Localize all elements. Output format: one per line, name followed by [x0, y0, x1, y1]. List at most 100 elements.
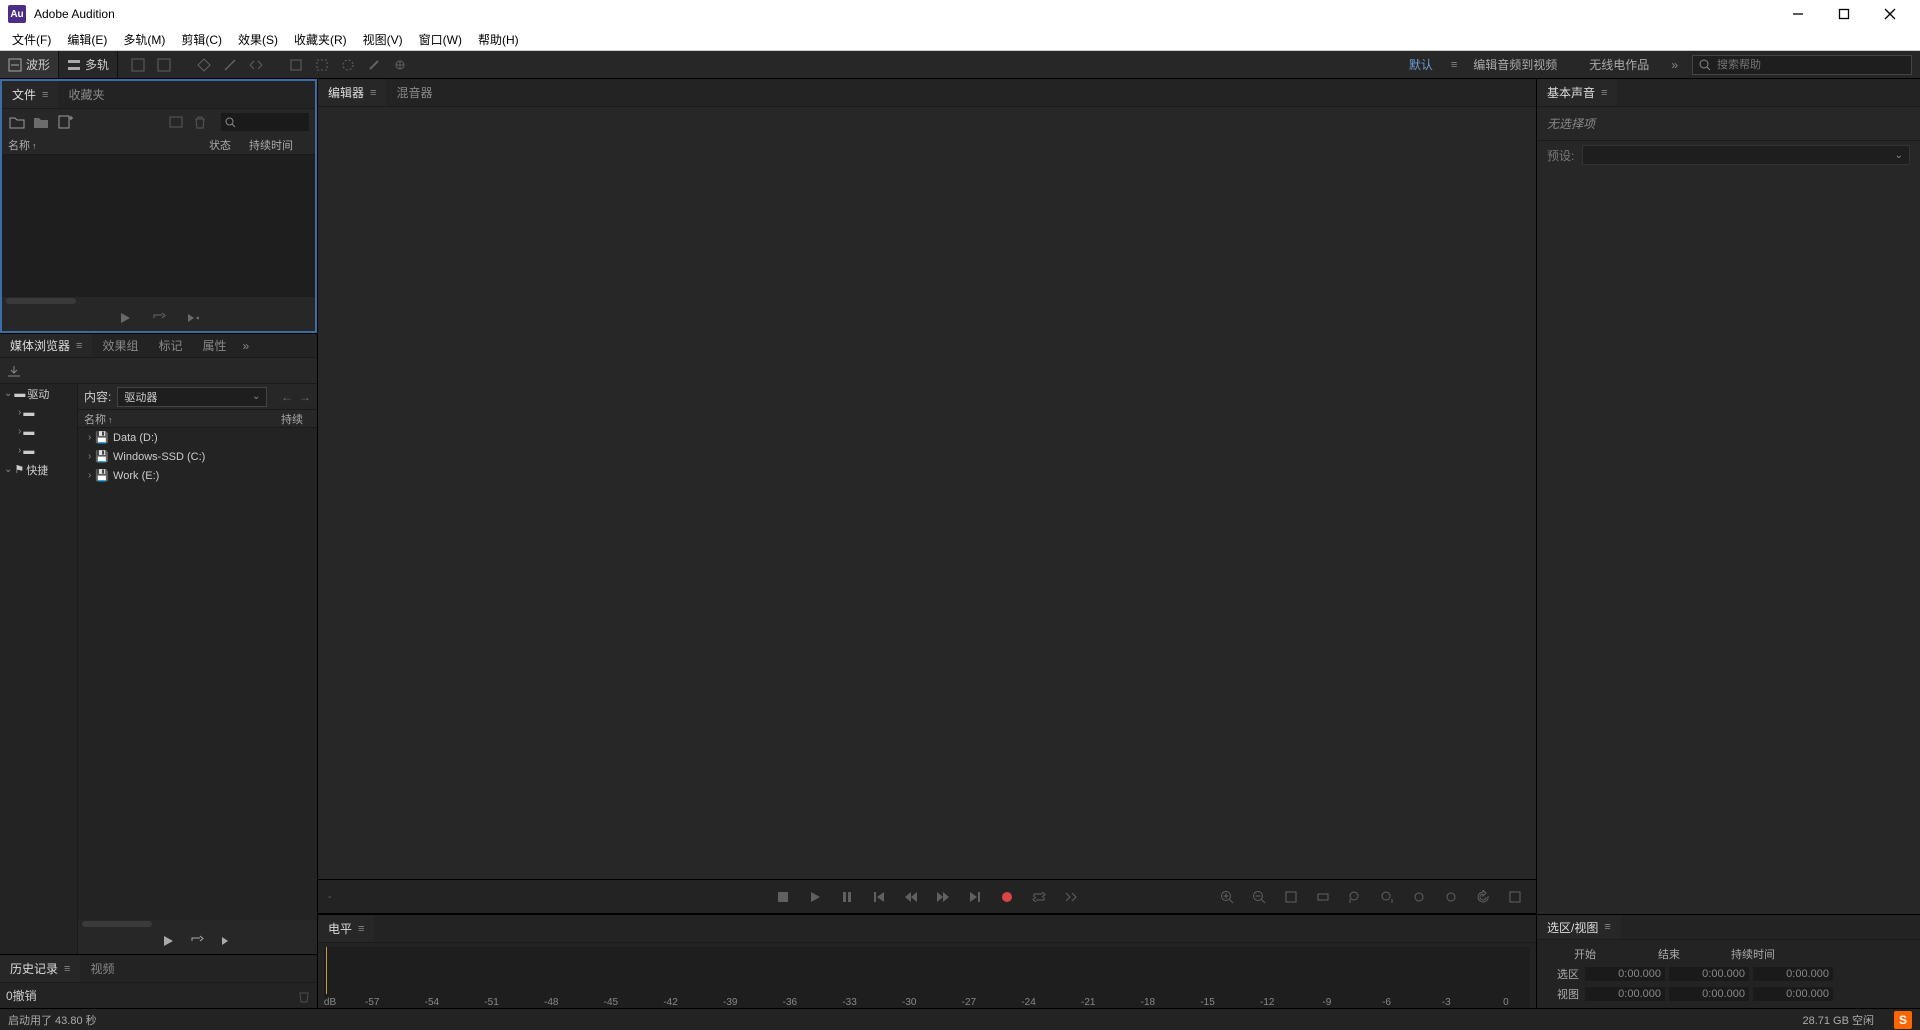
play-button[interactable]	[804, 886, 826, 908]
tab-editor[interactable]: 编辑器≡	[318, 79, 386, 106]
maximize-button[interactable]	[1830, 4, 1858, 24]
workspace-default[interactable]: 默认	[1393, 51, 1449, 78]
media-hscrollbar[interactable]	[82, 921, 152, 927]
waveform-view-button[interactable]: 波形	[0, 51, 59, 78]
zoom-toggle-button[interactable]	[1504, 886, 1526, 908]
tree-shortcuts-root[interactable]: ⌄⚑快捷	[0, 460, 77, 479]
stop-button[interactable]	[772, 886, 794, 908]
new-file-icon[interactable]	[56, 113, 74, 131]
pause-button[interactable]	[836, 886, 858, 908]
content-dropdown[interactable]: 驱动器⌄	[117, 387, 267, 407]
media-loop-button[interactable]	[190, 935, 204, 947]
zoom-out-button[interactable]	[1248, 886, 1270, 908]
workspace-overflow[interactable]: »	[1665, 58, 1684, 72]
media-import-icon[interactable]	[6, 364, 22, 378]
menu-edit[interactable]: 编辑(E)	[59, 29, 115, 50]
zoom-out-amp-button[interactable]	[1440, 886, 1462, 908]
tab-history[interactable]: 历史记录≡	[0, 955, 80, 982]
workspace-edit-audio-to-video[interactable]: 编辑音频到视频	[1457, 51, 1573, 78]
help-search-box[interactable]	[1692, 55, 1912, 75]
view-start-field[interactable]: 0:00.000	[1585, 987, 1665, 1001]
files-loop-button[interactable]	[150, 309, 168, 327]
files-panel-menu-icon[interactable]: ≡	[42, 89, 48, 101]
import-file-icon[interactable]	[32, 113, 50, 131]
tab-properties[interactable]: 属性	[192, 334, 236, 357]
tool-lasso[interactable]	[336, 53, 360, 77]
delete-icon[interactable]	[191, 113, 209, 131]
loop-button[interactable]	[1028, 886, 1050, 908]
files-col-status[interactable]: 状态	[209, 137, 249, 153]
ime-indicator[interactable]: S	[1894, 1011, 1912, 1029]
tool-brush[interactable]	[362, 53, 386, 77]
tab-video[interactable]: 视频	[80, 955, 124, 982]
zoom-in-amp-button[interactable]	[1408, 886, 1430, 908]
tab-media-browser[interactable]: 媒体浏览器≡	[0, 334, 92, 357]
help-search-input[interactable]	[1717, 59, 1905, 71]
tab-mixer[interactable]: 混音器	[386, 79, 442, 106]
menu-window[interactable]: 窗口(W)	[411, 29, 470, 50]
tree-drive-item[interactable]: ›▬	[0, 403, 77, 422]
files-col-duration[interactable]: 持续时间	[249, 137, 309, 153]
tree-drive-item[interactable]: ›▬	[0, 441, 77, 460]
view-end-field[interactable]: 0:00.000	[1669, 987, 1749, 1001]
tool-marquee[interactable]	[310, 53, 334, 77]
selection-duration-field[interactable]: 0:00.000	[1753, 967, 1833, 981]
tab-levels[interactable]: 电平≡	[318, 915, 374, 942]
close-button[interactable]	[1876, 4, 1904, 24]
prev-button[interactable]	[868, 886, 890, 908]
zoom-in-point-button[interactable]	[1344, 886, 1366, 908]
skip-selection-button[interactable]	[1060, 886, 1082, 908]
tab-effects-rack[interactable]: 效果组	[92, 334, 148, 357]
menu-help[interactable]: 帮助(H)	[470, 29, 527, 50]
media-col-duration[interactable]: 持续	[281, 411, 311, 427]
media-back-icon[interactable]: ←	[281, 390, 293, 404]
rewind-button[interactable]	[900, 886, 922, 908]
tool-move[interactable]	[192, 53, 216, 77]
menu-favorites[interactable]: 收藏夹(R)	[286, 29, 355, 50]
tool-razor[interactable]	[218, 53, 242, 77]
open-file-icon[interactable]	[8, 113, 26, 131]
minimize-button[interactable]	[1784, 4, 1812, 24]
media-fwd-icon[interactable]: →	[299, 390, 311, 404]
menu-effects[interactable]: 效果(S)	[230, 29, 286, 50]
zoom-reset-button[interactable]	[1472, 886, 1494, 908]
files-autoplay-button[interactable]	[184, 309, 202, 327]
media-col-name[interactable]: 名称↑	[84, 411, 281, 427]
tool-spectral-pitch[interactable]	[152, 53, 176, 77]
tree-drive-item[interactable]: ›▬	[0, 422, 77, 441]
insert-icon[interactable]	[167, 113, 185, 131]
record-button[interactable]	[996, 886, 1018, 908]
drive-item-e[interactable]: ›💾Work (E:)	[78, 466, 317, 485]
files-col-name[interactable]: 名称↑	[8, 137, 209, 153]
menu-file[interactable]: 文件(F)	[4, 29, 59, 50]
selection-end-field[interactable]: 0:00.000	[1669, 967, 1749, 981]
media-tabs-overflow[interactable]: »	[236, 339, 255, 353]
zoom-in-button[interactable]	[1216, 886, 1238, 908]
forward-button[interactable]	[932, 886, 954, 908]
media-play-button[interactable]	[162, 935, 174, 947]
selection-start-field[interactable]: 0:00.000	[1585, 967, 1665, 981]
zoom-full-button[interactable]	[1280, 886, 1302, 908]
next-button[interactable]	[964, 886, 986, 908]
tab-essential-sound[interactable]: 基本声音≡	[1537, 79, 1617, 106]
tab-files[interactable]: 文件≡	[2, 81, 58, 108]
drive-item-d[interactable]: ›💾Data (D:)	[78, 428, 317, 447]
view-duration-field[interactable]: 0:00.000	[1753, 987, 1833, 1001]
tree-drives-root[interactable]: ⌄▬驱动	[0, 384, 77, 403]
tool-spot-heal[interactable]	[388, 53, 412, 77]
multitrack-view-button[interactable]: 多轨	[59, 51, 118, 78]
tool-time-selection[interactable]	[284, 53, 308, 77]
menu-multitrack[interactable]: 多轨(M)	[115, 29, 173, 50]
media-autoplay-button[interactable]	[220, 935, 234, 947]
tab-favorites[interactable]: 收藏夹	[58, 81, 114, 108]
tool-spectral-freq[interactable]	[126, 53, 150, 77]
menu-view[interactable]: 视图(V)	[355, 29, 411, 50]
zoom-out-point-button[interactable]	[1376, 886, 1398, 908]
menu-clip[interactable]: 剪辑(C)	[173, 29, 230, 50]
files-hscrollbar[interactable]	[6, 298, 76, 304]
trash-icon[interactable]	[297, 989, 311, 1003]
tab-markers[interactable]: 标记	[148, 334, 192, 357]
tab-selection-view[interactable]: 选区/视图≡	[1537, 915, 1621, 939]
files-play-button[interactable]	[116, 309, 134, 327]
workspace-radio-production[interactable]: 无线电作品	[1573, 51, 1665, 78]
